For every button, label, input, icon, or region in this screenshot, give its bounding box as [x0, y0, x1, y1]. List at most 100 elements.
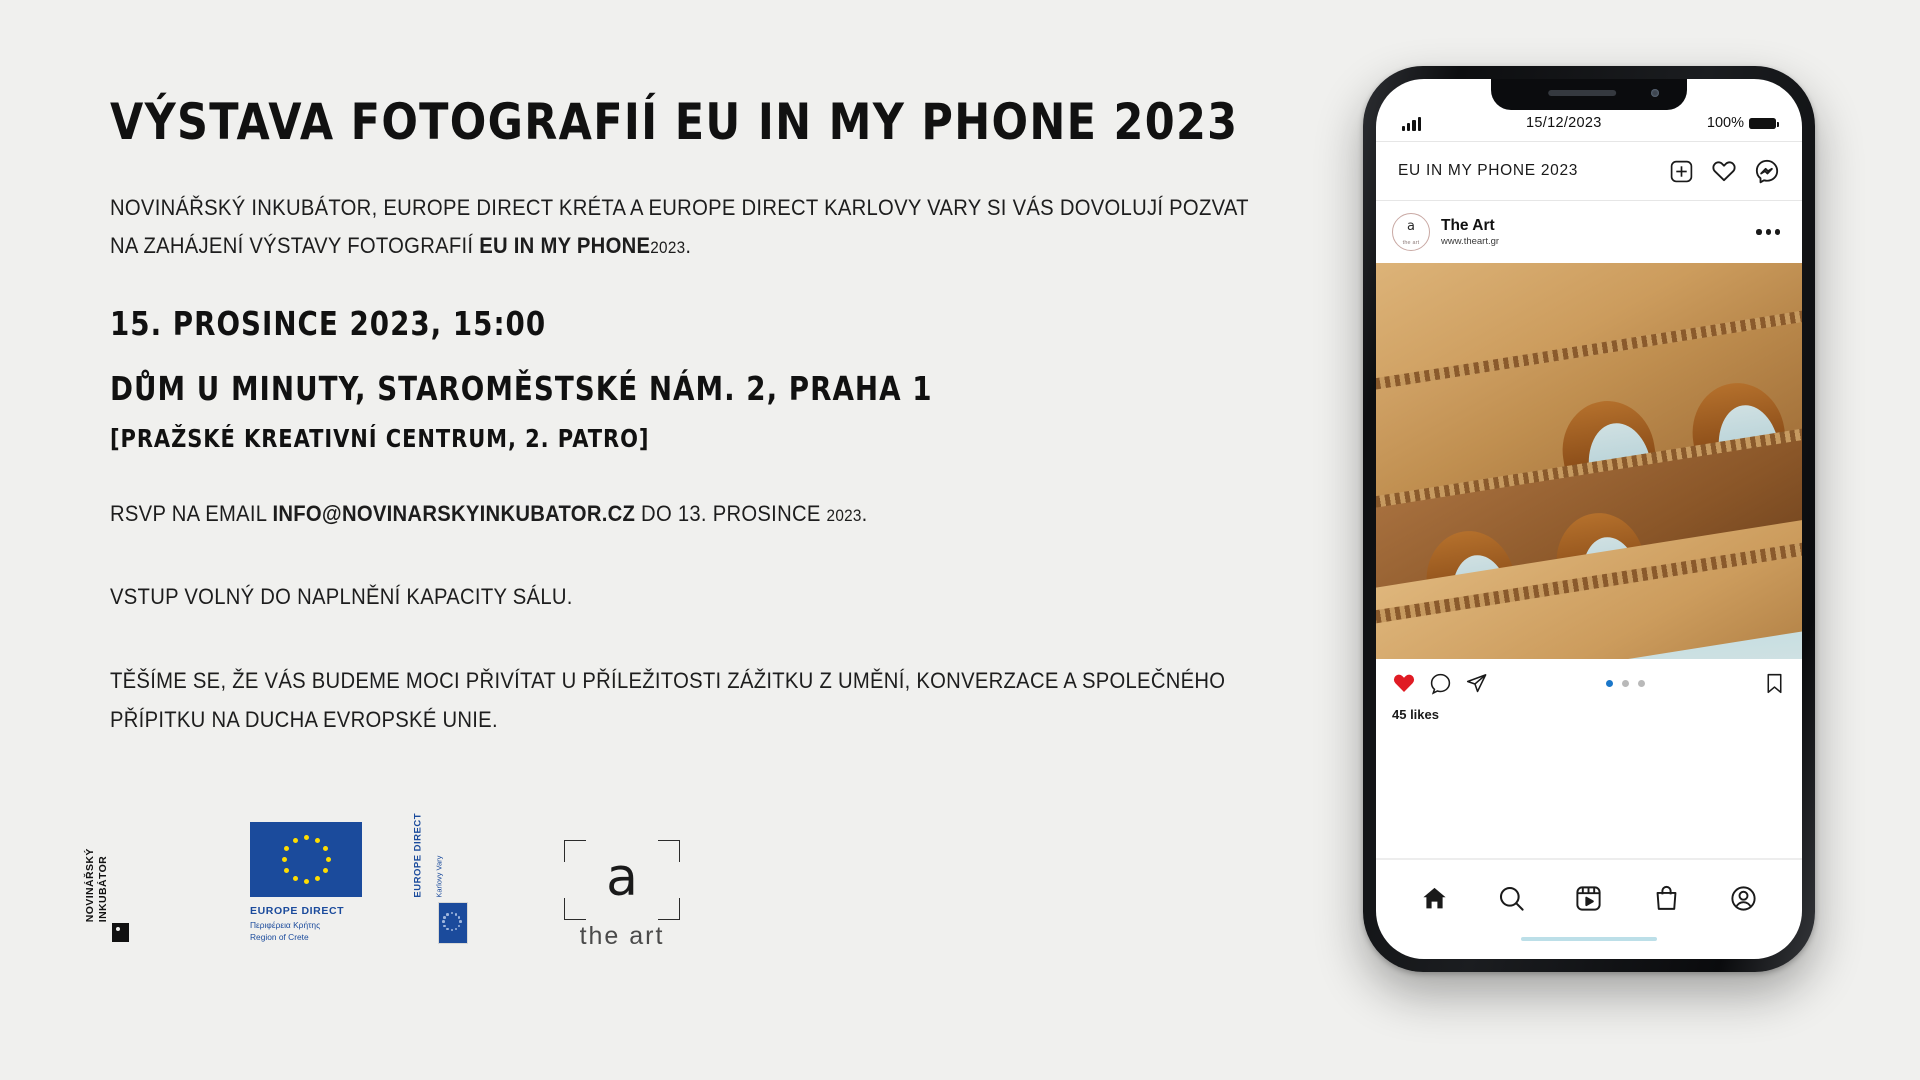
post-likes-count: 45 likes [1392, 707, 1439, 722]
poster-content: VÝSTAVA FOTOGRAFIÍ EU IN MY PHONE 2023 N… [110, 96, 1310, 740]
logo-the-art: a the art [562, 839, 682, 950]
eu-star-icon [442, 920, 445, 923]
phone-notch [1491, 79, 1687, 110]
eu-star-icon [454, 912, 458, 916]
battery-status: 100% [1706, 115, 1779, 131]
phone-mockup: 15/12/2023 100% EU IN MY PHONE 2023 a th… [1363, 66, 1815, 972]
heart-icon[interactable] [1711, 158, 1737, 184]
home-icon[interactable] [1420, 884, 1449, 913]
bottom-tab-bar [1376, 859, 1802, 937]
app-header-icons [1669, 158, 1780, 184]
more-options-icon[interactable] [1756, 229, 1786, 235]
rsvp-prefix: RSVP NA EMAIL [110, 500, 273, 526]
logo-edc-sub1: Περιφέρεια Κρήτης [250, 920, 321, 930]
eu-star-icon [292, 837, 298, 843]
post-photo-colosseum[interactable] [1376, 263, 1802, 659]
logo-europe-direct-karlovy-vary: EUROPE DIRECT Karlovy Vary [412, 813, 486, 944]
post-action-icons [1392, 671, 1488, 695]
eu-star-icon [454, 927, 458, 931]
earpiece-speaker-icon [1548, 90, 1617, 96]
logo-ni-text: NOVINÁŘSKÝ INKUBÁTOR [84, 848, 110, 944]
logo-edk-name: EUROPE DIRECT [412, 813, 424, 898]
logo-ni-mark-icon [112, 922, 129, 942]
shop-icon[interactable] [1652, 884, 1681, 913]
page-title: VÝSTAVA FOTOGRAFIÍ EU IN MY PHONE 2023 [110, 93, 1239, 151]
eu-star-icon [292, 876, 298, 882]
eu-star-icon [325, 857, 331, 862]
eu-star-icon [457, 924, 461, 928]
eu-star-icon [303, 835, 309, 840]
eu-star-icon [284, 868, 290, 873]
messenger-icon[interactable] [1754, 158, 1780, 184]
post-header: a the art The Art www.theart.gr [1376, 201, 1802, 263]
eu-star-icon [303, 879, 309, 884]
post-account-name[interactable]: The Art [1441, 217, 1745, 235]
eu-star-icon [450, 911, 454, 915]
logo-edc-name: EUROPE DIRECT [250, 905, 345, 917]
eu-star-icon [284, 846, 290, 851]
carousel-dot-3[interactable] [1638, 679, 1645, 687]
logo-europe-direct-crete: EUROPE DIRECT Περιφέρεια Κρήτης Region o… [250, 822, 370, 944]
like-icon[interactable] [1392, 671, 1416, 695]
eu-star-icon [446, 912, 449, 916]
logo-edk-subtitle: Karlovy Vary [434, 855, 444, 898]
rsvp-deadline: DO 13. PROSINCE [635, 500, 827, 526]
rsvp-end: . [861, 500, 868, 526]
post-account-url[interactable]: www.theart.gr [1441, 236, 1745, 247]
signal-bars-icon [1402, 117, 1421, 131]
eu-star-icon [281, 857, 287, 862]
intro-paragraph: NOVINÁŘSKÝ INKUBÁTOR, EUROPE DIRECT KRÉT… [110, 189, 1271, 266]
entry-paragraph: VSTUP VOLNÝ DO NAPLNĚNÍ KAPACITY SÁLU. [110, 583, 573, 609]
eu-star-icon [443, 916, 446, 919]
rsvp-paragraph: RSVP NA EMAIL INFO@NOVINARSKYINKUBATOR.C… [110, 495, 1271, 534]
eu-star-icon [446, 927, 449, 931]
event-date: 15. PROSINCE 2023, 15:00 [110, 303, 547, 343]
battery-percent-label: 100% [1706, 115, 1744, 131]
carousel-indicator [1488, 679, 1763, 687]
phone-frame: 15/12/2023 100% EU IN MY PHONE 2023 a th… [1363, 66, 1815, 972]
logo-art-glyph: a [606, 847, 638, 908]
avatar[interactable]: a the art [1392, 213, 1430, 251]
post-feed-filler [1376, 732, 1802, 859]
app-header: EU IN MY PHONE 2023 [1376, 141, 1802, 201]
eu-star-icon [322, 868, 328, 873]
eu-star-icon [459, 920, 462, 923]
app-title: EU IN MY PHONE 2023 [1398, 162, 1579, 179]
battery-full-icon [1748, 117, 1779, 129]
status-date: 15/12/2023 [1526, 115, 1602, 131]
intro-text-end: . [685, 233, 692, 259]
intro-text-bold: EU IN MY PHONE [479, 233, 651, 259]
logo-art-wordmark: the art [579, 921, 665, 950]
home-indicator [1376, 937, 1802, 959]
eu-flag-small-icon [438, 901, 468, 944]
eu-star-icon [314, 876, 320, 882]
logo-edc-sub2: Region of Crete [250, 931, 309, 942]
sponsor-logo-row: NOVINÁŘSKÝ INKUBÁTOR EUROPE DIRECT Περιφ… [84, 813, 682, 950]
logo-edc-subtitle: Περιφέρεια Κρήτης Region of Crete [250, 920, 370, 944]
logo-edk-text: EUROPE DIRECT Karlovy Vary [406, 813, 448, 898]
logo-novinarsky-inkubator: NOVINÁŘSKÝ INKUBÁTOR [84, 842, 182, 944]
intro-text-year: 2023 [650, 238, 686, 258]
logo-ni-line1: NOVINÁŘSKÝ [83, 847, 96, 922]
post-action-bar [1376, 659, 1802, 707]
share-icon[interactable] [1465, 672, 1488, 695]
closing-paragraph: TĚŠÍME SE, ŽE VÁS BUDEME MOCI PŘIVÍTAT U… [110, 668, 1226, 732]
eu-star-icon [314, 837, 320, 843]
add-post-icon[interactable] [1669, 159, 1694, 184]
rsvp-year: 2023 [826, 505, 862, 525]
reels-icon[interactable] [1574, 884, 1603, 913]
carousel-dot-2[interactable] [1622, 679, 1629, 687]
eu-star-icon [457, 916, 461, 919]
post-account-info: The Art www.theart.gr [1441, 217, 1745, 247]
eu-star-icon [322, 846, 328, 851]
carousel-dot-1[interactable] [1606, 679, 1613, 687]
profile-icon[interactable] [1729, 884, 1758, 913]
logo-ni-line2: INKUBÁTOR [96, 855, 109, 922]
comment-icon[interactable] [1429, 672, 1452, 695]
search-icon[interactable] [1497, 884, 1526, 913]
phone-screen: 15/12/2023 100% EU IN MY PHONE 2023 a th… [1376, 79, 1802, 959]
avatar-wordmark: the art [1402, 240, 1420, 246]
bookmark-icon[interactable] [1763, 672, 1786, 695]
eu-flag-icon [250, 822, 362, 897]
rsvp-email[interactable]: INFO@NOVINARSKYINKUBATOR.CZ [272, 501, 635, 526]
